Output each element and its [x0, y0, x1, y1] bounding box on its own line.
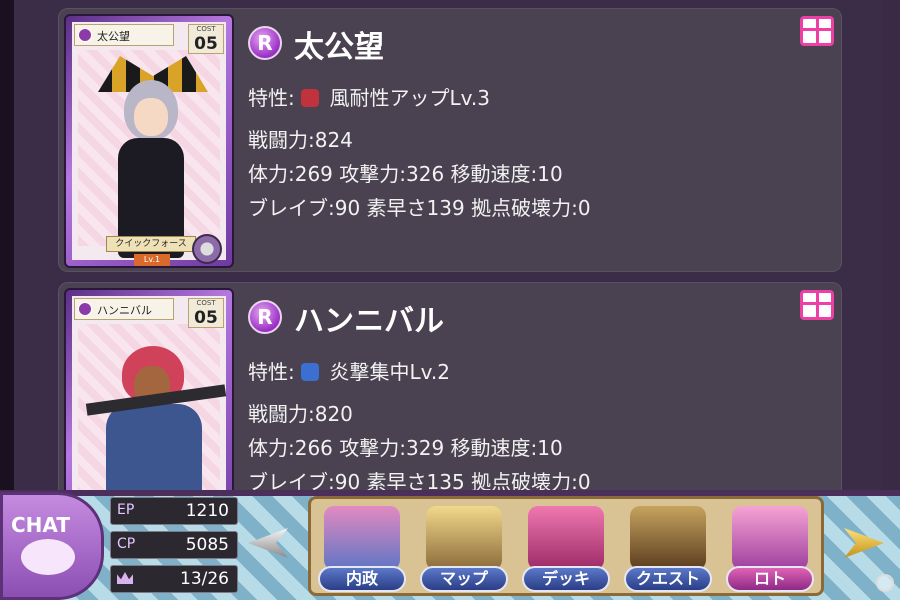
gift-icon[interactable] — [800, 16, 834, 46]
map-icon — [426, 506, 502, 570]
menu-label: クエスト — [624, 566, 712, 592]
combat-power: 戦闘力:820 — [248, 402, 353, 426]
cp-counter: CP 5085 — [110, 531, 238, 559]
trait-name: 炎撃集中Lv.2 — [329, 360, 450, 384]
cp-value: 5085 — [185, 535, 229, 555]
emblem-icon — [192, 234, 222, 264]
flame-trait-icon — [301, 363, 320, 381]
trait-line: 特性: 風耐性アップLv.3 — [248, 82, 490, 111]
left-edge — [0, 0, 14, 490]
menu-label: 内政 — [318, 566, 406, 592]
rarity-badge: R — [248, 26, 282, 60]
skill-level: Lv.1 — [134, 254, 170, 266]
stats-line-1: 体力:266 攻撃力:329 移動速度:10 — [248, 436, 563, 460]
combat-power: 戦闘力:824 — [248, 128, 353, 152]
unit-portrait — [78, 50, 220, 258]
card-inner: 太公望 COST 05 クイックフォース Lv.1 — [72, 22, 226, 266]
menu-label: マップ — [420, 566, 508, 592]
chat-label: CHAT — [11, 513, 70, 537]
rarity-badge: R — [248, 300, 282, 334]
menu-button-deck[interactable]: デッキ — [518, 500, 614, 596]
ticket-icon — [732, 506, 808, 570]
unit-card-image[interactable]: 太公望 COST 05 クイックフォース Lv.1 — [64, 14, 234, 268]
ep-label: EP — [117, 502, 135, 518]
cost-value: 05 — [194, 34, 218, 54]
skill-ribbon: クイックフォース — [106, 236, 196, 252]
menu-button-map[interactable]: マップ — [416, 500, 512, 596]
crown-icon — [117, 572, 133, 584]
scrollbar-track[interactable] — [882, 0, 900, 490]
unit-name: 太公望 — [294, 30, 384, 65]
watermark-logo — [876, 574, 894, 592]
wind-trait-icon — [301, 89, 320, 107]
unit-row[interactable]: 太公望 COST 05 クイックフォース Lv.1 R 太公望 特性: 風耐性ア… — [58, 8, 842, 272]
cost-label: COST — [196, 25, 216, 33]
trait-label: 特性: — [248, 360, 295, 384]
castle-icon — [324, 506, 400, 570]
card-name: 太公望 — [97, 30, 130, 43]
gift-icon[interactable] — [800, 290, 834, 320]
cost-value: 05 — [194, 308, 218, 328]
stats-line-2: ブレイブ:90 素早さ139 拠点破壊力:0 — [248, 196, 591, 220]
ep-counter: EP 1210 — [110, 497, 238, 525]
chat-button[interactable]: CHAT — [0, 492, 104, 600]
cost-plate: COST 05 — [188, 24, 224, 54]
card-name-plate: 太公望 — [74, 24, 174, 46]
element-icon — [78, 28, 92, 42]
cp-label: CP — [117, 536, 136, 552]
ep-value: 1210 — [185, 501, 229, 521]
element-icon — [78, 302, 92, 316]
trait-label: 特性: — [248, 86, 295, 110]
menu-label: デッキ — [522, 566, 610, 592]
rank-value: 13/26 — [180, 569, 229, 589]
cards-icon — [528, 506, 604, 570]
trait-line: 特性: 炎撃集中Lv.2 — [248, 356, 450, 385]
crossed-swords-icon — [630, 506, 706, 570]
chat-bubble-icon — [21, 539, 75, 575]
menu-button-quest[interactable]: クエスト — [620, 500, 716, 596]
cost-label: COST — [196, 299, 216, 307]
card-name: ハンニバル — [97, 304, 152, 317]
menu-button-lotto[interactable]: ロト — [722, 500, 818, 596]
stats-line-1: 体力:269 攻撃力:326 移動速度:10 — [248, 162, 563, 186]
card-name-plate: ハンニバル — [74, 298, 174, 320]
rank-counter: 13/26 — [110, 565, 238, 593]
unit-name: ハンニバル — [294, 304, 444, 339]
face — [134, 98, 168, 136]
trait-name: 風耐性アップLv.3 — [329, 86, 490, 110]
menu-button-domestic[interactable]: 内政 — [314, 500, 410, 596]
menu-label: ロト — [726, 566, 814, 592]
cost-plate: COST 05 — [188, 298, 224, 328]
